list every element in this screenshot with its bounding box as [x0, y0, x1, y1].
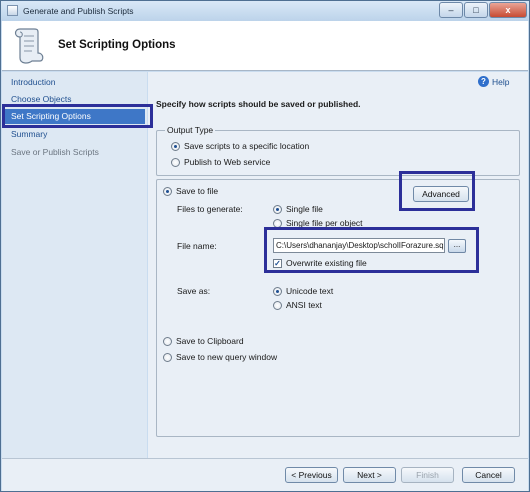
- option-label: Save to file: [176, 186, 219, 196]
- option-label: Save scripts to a specific location: [184, 141, 310, 151]
- output-type-group: Output Type Save scripts to a specific l…: [156, 125, 520, 176]
- wizard-window: Generate and Publish Scripts – □ x Set S…: [0, 0, 530, 492]
- page-title: Set Scripting Options: [58, 39, 176, 51]
- help-link[interactable]: ? Help: [478, 76, 509, 87]
- save-as-label: Save as:: [177, 286, 211, 296]
- wizard-sidebar: Introduction Choose Objects Set Scriptin…: [2, 72, 147, 458]
- maximize-button[interactable]: □: [464, 2, 488, 18]
- next-button[interactable]: Next >: [343, 467, 396, 483]
- wizard-header: Set Scripting Options: [2, 21, 528, 71]
- minimize-button[interactable]: –: [439, 2, 463, 18]
- save-to-file-option[interactable]: Save to file: [163, 186, 218, 196]
- close-button[interactable]: x: [489, 2, 527, 18]
- option-label: ANSI text: [286, 300, 322, 310]
- option-label: Save to Clipboard: [176, 336, 244, 346]
- radio-button[interactable]: [171, 157, 180, 167]
- single-file-option[interactable]: Single file: [273, 204, 323, 214]
- files-to-generate-label: Files to generate:: [177, 204, 243, 214]
- radio-button[interactable]: [273, 300, 282, 310]
- save-to-query-window-option[interactable]: Save to new query window: [163, 352, 277, 362]
- save-to-location-option[interactable]: Save scripts to a specific location: [171, 141, 309, 151]
- help-label: Help: [492, 76, 510, 87]
- scroll-icon: [14, 28, 44, 64]
- unicode-text-option[interactable]: Unicode text: [273, 286, 333, 296]
- previous-button[interactable]: < Previous: [285, 467, 338, 483]
- ansi-text-option[interactable]: ANSI text: [273, 300, 322, 310]
- finish-button: Finish: [401, 467, 454, 483]
- option-label: Unicode text: [286, 286, 334, 296]
- file-name-label: File name:: [177, 241, 217, 251]
- option-label: Save to new query window: [176, 352, 278, 362]
- highlight-box-file-name: [264, 227, 479, 273]
- highlight-box-sidebar: [2, 104, 153, 128]
- help-icon: ?: [478, 76, 489, 87]
- output-type-legend: Output Type: [165, 125, 216, 135]
- radio-button[interactable]: [163, 336, 172, 346]
- sidebar-item-save-or-publish: Save or Publish Scripts: [11, 147, 99, 157]
- highlight-box-advanced: [399, 171, 475, 211]
- instruction-text: Specify how scripts should be saved or p…: [156, 99, 361, 109]
- radio-button[interactable]: [163, 352, 172, 362]
- radio-button[interactable]: [171, 141, 180, 151]
- sidebar-item-summary[interactable]: Summary: [11, 127, 47, 142]
- title-bar[interactable]: Generate and Publish Scripts – □ x: [1, 1, 529, 21]
- option-label: Publish to Web service: [184, 157, 271, 167]
- cancel-button[interactable]: Cancel: [462, 467, 515, 483]
- sidebar-item-introduction[interactable]: Introduction: [11, 75, 55, 90]
- option-label: Single file: [286, 204, 323, 214]
- window-title: Generate and Publish Scripts: [23, 6, 134, 16]
- save-to-clipboard-option[interactable]: Save to Clipboard: [163, 336, 244, 346]
- wizard-footer: < Previous Next > Finish Cancel: [2, 458, 528, 491]
- radio-button[interactable]: [273, 204, 282, 214]
- radio-button[interactable]: [273, 286, 282, 296]
- app-icon: [7, 5, 18, 16]
- radio-button[interactable]: [163, 186, 172, 196]
- publish-web-service-option[interactable]: Publish to Web service: [171, 157, 270, 167]
- save-options-group: Save to file Advanced Files to generate:…: [156, 179, 520, 437]
